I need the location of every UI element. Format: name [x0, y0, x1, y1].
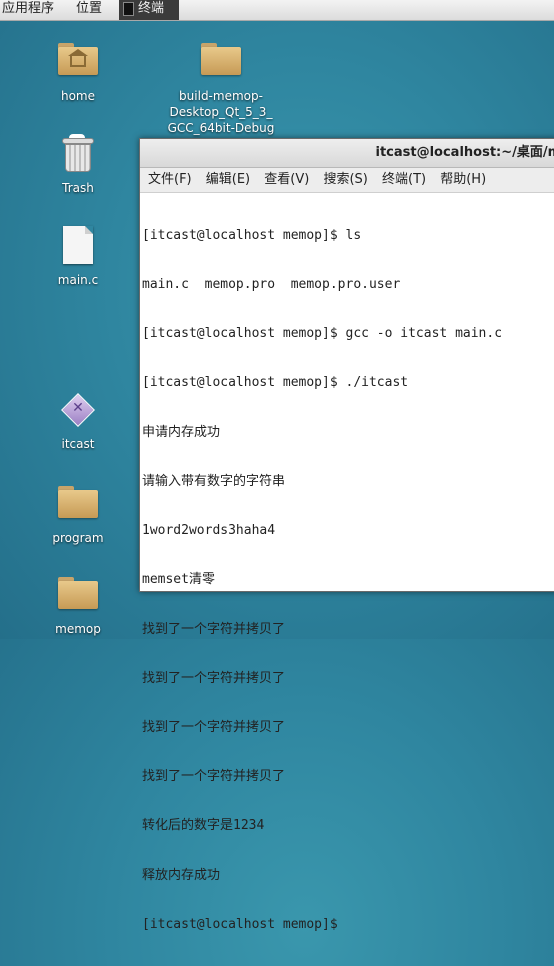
- terminal-line: memset清零: [142, 572, 215, 588]
- terminal-titlebar[interactable]: itcast@localhost:~/桌面/me: [140, 139, 554, 168]
- desktop-icon-label: Trash: [62, 181, 94, 195]
- terminal-line: [itcast@localhost memop]$ ls: [142, 227, 362, 243]
- terminal-line: 找到了一个字符并拷贝了: [142, 769, 286, 785]
- top-panel: 应用程序 位置 终端: [0, 0, 554, 21]
- desktop-icon-label: memop: [55, 622, 101, 636]
- desktop-icon-main-c[interactable]: main.c: [48, 226, 108, 288]
- terminal-title: itcast@localhost:~/桌面/me: [375, 145, 554, 160]
- terminal-line: 1word2words3haha4: [142, 523, 276, 539]
- terminal-line: [itcast@localhost memop]$ gcc -o itcast …: [142, 326, 503, 342]
- folder-icon: [58, 577, 98, 609]
- terminal-menubar: 文件(F) 编辑(E) 查看(V) 搜索(S) 终端(T) 帮助(H): [140, 168, 554, 193]
- menu-view[interactable]: 查看(V): [264, 168, 309, 192]
- trash-icon: [62, 134, 94, 174]
- desktop-icon-label: build-memop- Desktop_Qt_5_3_ GCC_64bit-D…: [167, 89, 275, 135]
- menu-file[interactable]: 文件(F): [148, 168, 192, 192]
- desktop-icon-program[interactable]: program: [48, 486, 108, 546]
- executable-icon: ✕: [60, 392, 96, 428]
- desktop-icon-build-memop[interactable]: build-memop- Desktop_Qt_5_3_ GCC_64bit-D…: [160, 43, 282, 136]
- desktop-icon-memop[interactable]: memop: [48, 577, 108, 637]
- menu-search[interactable]: 搜索(S): [323, 168, 367, 192]
- terminal-line: 释放内存成功: [142, 867, 221, 883]
- folder-icon: [58, 486, 98, 518]
- terminal-line: main.c memop.pro memop.pro.user: [142, 277, 401, 293]
- terminal-output[interactable]: [itcast@localhost memop]$ ls main.c memo…: [140, 193, 554, 966]
- terminal-line: 请输入带有数字的字符串: [142, 473, 286, 489]
- terminal-line: 找到了一个字符并拷贝了: [142, 621, 286, 637]
- menu-help[interactable]: 帮助(H): [440, 168, 486, 192]
- desktop-icon-label: main.c: [57, 273, 99, 287]
- menu-terminal[interactable]: 终端(T): [382, 168, 426, 192]
- desktop-icon-label: home: [60, 89, 96, 103]
- terminal-line: [itcast@localhost memop]$ ./itcast: [142, 375, 409, 391]
- folder-icon: [201, 43, 241, 75]
- terminal-line: 申请内存成功: [142, 424, 221, 440]
- desktop-icon-home[interactable]: home: [48, 43, 108, 104]
- places-menu[interactable]: 位置: [76, 0, 102, 20]
- taskbar-terminal-button[interactable]: 终端: [119, 0, 179, 20]
- terminal-line: 找到了一个字符并拷贝了: [142, 720, 286, 735]
- terminal-window[interactable]: itcast@localhost:~/桌面/me 文件(F) 编辑(E) 查看(…: [139, 138, 554, 932]
- text-file-icon: [63, 226, 93, 264]
- desktop-icon-itcast[interactable]: ✕ itcast: [48, 392, 108, 452]
- menu-edit[interactable]: 编辑(E): [206, 168, 250, 192]
- taskbar-terminal-label: 终端: [138, 1, 165, 16]
- desktop-icon-trash[interactable]: Trash: [48, 134, 108, 196]
- desktop-icon-label: itcast: [61, 437, 95, 451]
- desktop-icon-label: program: [52, 531, 104, 545]
- terminal-prompt-line: [itcast@localhost memop]$: [142, 916, 346, 932]
- terminal-line: 找到了一个字符并拷贝了: [142, 670, 286, 686]
- terminal-line: 转化后的数字是1234: [142, 818, 265, 834]
- home-folder-icon: [58, 43, 98, 75]
- applications-menu[interactable]: 应用程序: [2, 0, 54, 20]
- terminal-icon: [123, 1, 134, 16]
